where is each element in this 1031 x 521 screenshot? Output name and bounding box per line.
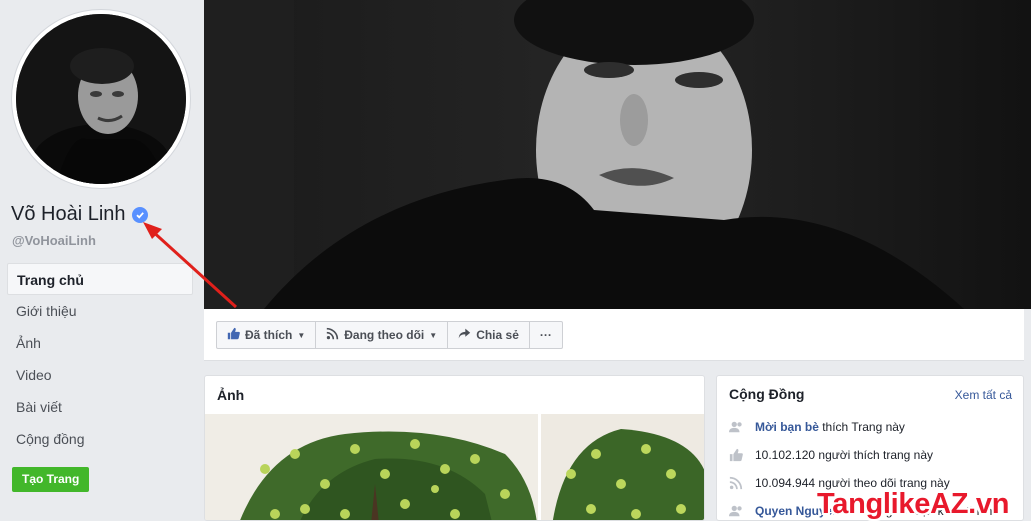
sidebar-item-posts[interactable]: Bài viết	[7, 391, 193, 423]
share-button[interactable]: Chia sẻ	[448, 322, 530, 348]
tree-photo	[541, 414, 704, 520]
page-name[interactable]: Võ Hoài Linh	[11, 203, 148, 226]
sidebar-item-videos[interactable]: Video	[7, 359, 193, 391]
sidebar-item-home[interactable]: Trang chủ	[7, 263, 193, 295]
photos-title[interactable]: Ảnh	[217, 387, 244, 403]
people-icon	[729, 420, 743, 434]
photos-section: Ảnh	[204, 375, 705, 521]
verified-badge-icon	[131, 206, 148, 223]
following-button[interactable]: Đang theo dõi ▼	[316, 322, 449, 348]
see-all-link[interactable]: Xem tất cả	[955, 388, 1012, 402]
liked-label: Đã thích	[245, 328, 293, 342]
profile-picture[interactable]	[12, 10, 190, 188]
thumbs-up-icon	[227, 327, 240, 343]
share-arrow-icon	[458, 327, 471, 343]
following-label: Đang theo dõi	[344, 328, 425, 342]
photo-thumbnail[interactable]	[205, 414, 538, 520]
chevron-down-icon: ▼	[429, 330, 438, 340]
rss-icon	[729, 476, 743, 490]
avatar-portrait	[16, 14, 186, 184]
rss-icon	[326, 327, 339, 343]
page-name-text[interactable]: Võ Hoài Linh	[11, 203, 126, 226]
sidebar-item-about[interactable]: Giới thiệu	[7, 295, 193, 327]
cover-photo[interactable]	[204, 0, 1031, 309]
more-icon: ···	[539, 328, 552, 342]
invite-friends-link[interactable]: Mời bạn bè	[755, 420, 819, 434]
page-handle[interactable]: @VoHoaiLinh	[12, 233, 96, 248]
invite-friends-text: thích Trang này	[822, 420, 905, 434]
chevron-down-icon: ▼	[297, 330, 306, 340]
community-title: Cộng Đồng	[729, 386, 805, 402]
action-button-group: Đã thích ▼ Đang theo dõi ▼ Chia sẻ ···	[216, 321, 563, 349]
invite-friends-row: Mời bạn bè thích Trang này	[729, 420, 905, 434]
sidebar-nav: Trang chủ Giới thiệu Ảnh Video Bài viết …	[7, 263, 193, 455]
more-options-button[interactable]: ···	[530, 322, 562, 348]
left-sidebar: Võ Hoài Linh @VoHoaiLinh Trang chủ Giới …	[0, 0, 204, 521]
sidebar-item-photos[interactable]: Ảnh	[7, 327, 193, 359]
create-page-button[interactable]: Tạo Trang	[12, 467, 90, 492]
people-icon	[729, 504, 743, 518]
watermark-text: TanglikeAZ.vn	[817, 488, 1010, 520]
photo-thumbnail[interactable]	[541, 414, 704, 520]
likes-count-row: 10.102.120 người thích trang này	[729, 448, 933, 462]
liked-button[interactable]: Đã thích ▼	[217, 322, 317, 348]
avatar	[16, 14, 186, 184]
likes-count-text: 10.102.120 người thích trang này	[755, 448, 934, 462]
thumbs-up-icon	[729, 448, 743, 462]
share-label: Chia sẻ	[476, 328, 519, 342]
tree-photo	[205, 414, 538, 520]
page-actions-bar: Đã thích ▼ Đang theo dõi ▼ Chia sẻ ···	[204, 309, 1024, 361]
cover-portrait	[204, 0, 1031, 309]
sidebar-item-community[interactable]: Cộng đồng	[7, 423, 193, 455]
